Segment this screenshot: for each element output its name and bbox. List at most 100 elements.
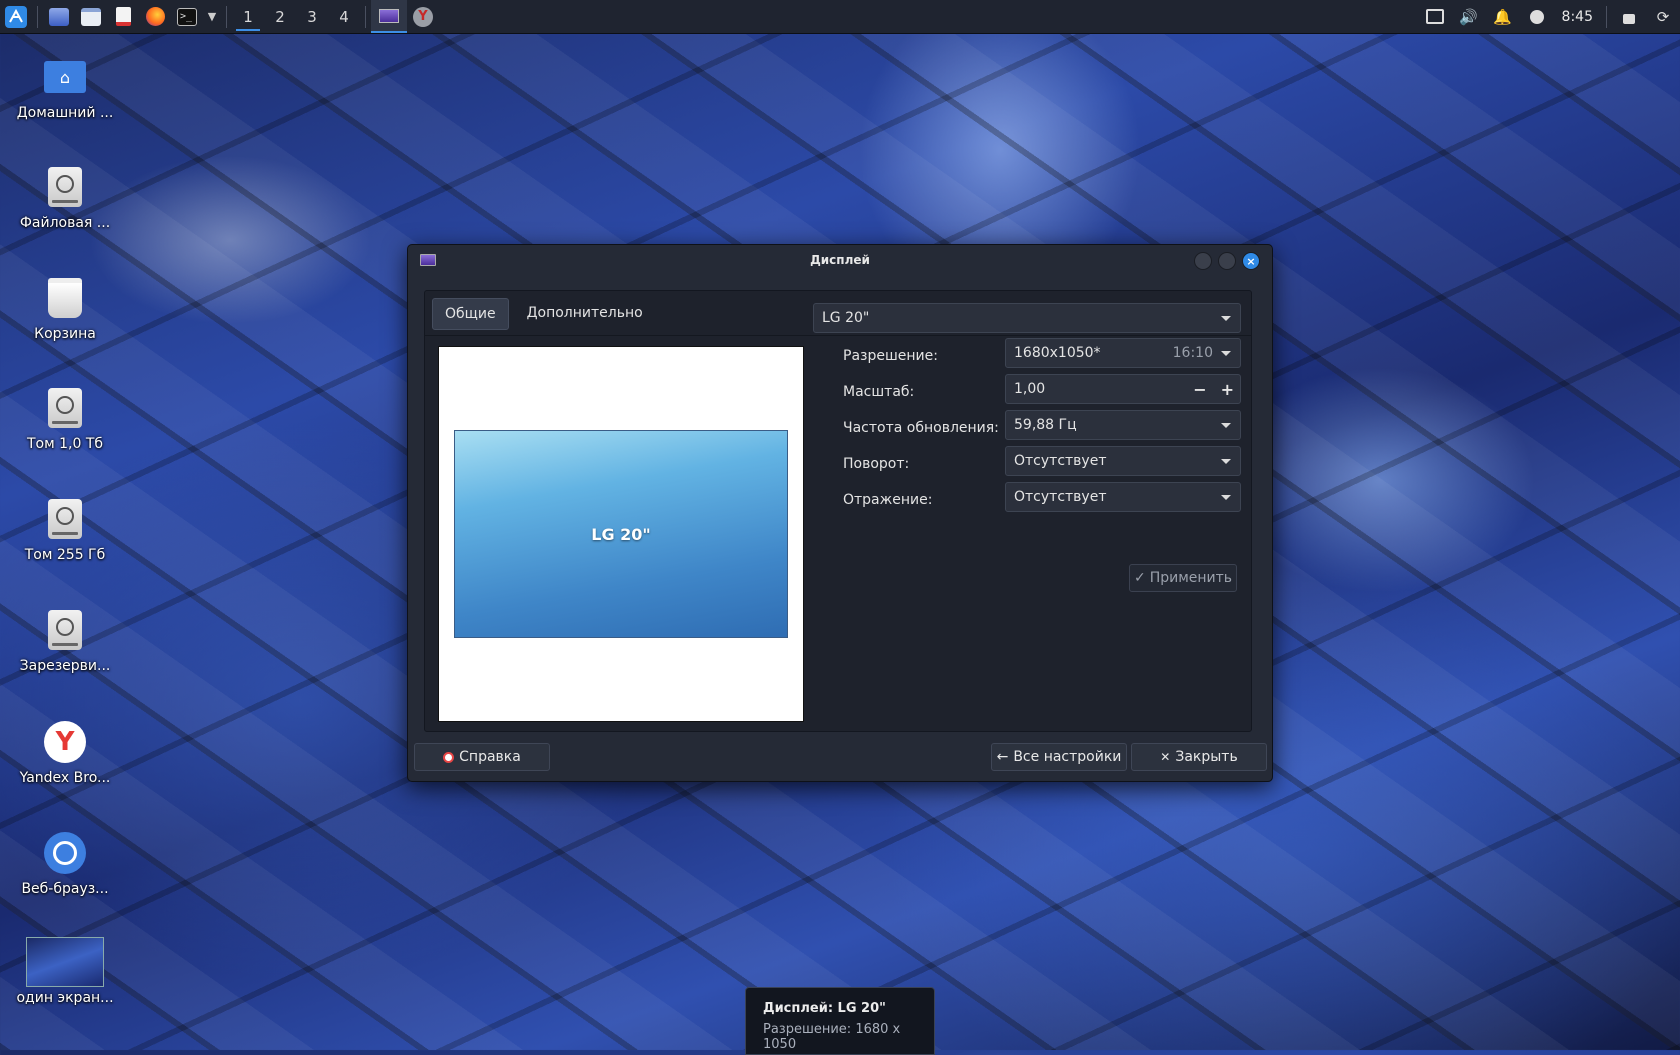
power-icon[interactable] [1520, 0, 1554, 33]
lock-icon[interactable] [1612, 0, 1646, 33]
drive-icon [43, 386, 87, 430]
apply-button[interactable]: ✓ Применить [1129, 564, 1237, 592]
help-label: Справка [459, 749, 521, 765]
desktop-item-label: Зарезерви... [19, 658, 111, 674]
web-browser-icon [43, 831, 87, 875]
filesystem-drive-icon [43, 165, 87, 209]
resolution-select[interactable]: 1680x1050* 16:10 [1005, 338, 1241, 368]
workspace-3[interactable]: 3 [296, 0, 328, 33]
desktop-item-label: Yandex Bro... [19, 770, 111, 786]
workspace-4[interactable]: 4 [328, 0, 360, 33]
desktop-item-volume-1tb[interactable]: Том 1,0 Тб [8, 386, 122, 452]
panel-separator [226, 5, 227, 28]
screen-icon[interactable] [1418, 0, 1452, 33]
display-notification: Дисплей: LG 20" Разрешение: 1680 x 1050 [745, 987, 935, 1055]
rotation-value: Отсутствует [1014, 453, 1107, 469]
workspace-2[interactable]: 2 [264, 0, 296, 33]
home-folder-icon: ⌂ [43, 55, 87, 99]
bell-icon[interactable]: 🔔 [1486, 0, 1520, 33]
scale-label: Масштаб: [843, 384, 915, 400]
refresh-rate-select[interactable]: 59,88 Гц [1005, 410, 1241, 440]
all-settings-button[interactable]: ← Все настройки [991, 743, 1127, 771]
reflection-label: Отражение: [843, 492, 933, 508]
tab-divider [425, 335, 1251, 336]
resolution-label: Разрешение: [843, 348, 938, 364]
drive-icon [43, 608, 87, 652]
close-icon[interactable]: × [1242, 252, 1260, 270]
dialog-content: Общие Дополнительно LG 20" LG 20" Разреш… [424, 290, 1252, 732]
minimize-button[interactable] [1194, 252, 1212, 270]
display-dialog: Дисплей × Общие Дополнительно LG 20" LG … [407, 244, 1273, 782]
notification-title: Дисплей: LG 20" [763, 1001, 886, 1016]
menu-icon[interactable] [0, 0, 32, 33]
display-select-value: LG 20" [822, 310, 870, 326]
clock[interactable]: 8:45 [1554, 9, 1601, 25]
resolution-value: 1680x1050* [1014, 345, 1101, 361]
panel-separator [1606, 5, 1607, 28]
refresh-rate-label: Частота обновления: [843, 420, 999, 436]
image-thumbnail-icon [26, 937, 104, 987]
display-select[interactable]: LG 20" [813, 303, 1241, 333]
task-yandex-icon[interactable]: Y [407, 0, 439, 33]
desktop-item-home[interactable]: ⌂ Домашний ... [8, 55, 122, 121]
notification-body: Разрешение: 1680 x 1050 [763, 1022, 901, 1052]
task-display-icon[interactable] [371, 0, 407, 33]
display-app-icon [420, 254, 436, 266]
terminal-icon[interactable]: >_ [171, 0, 203, 33]
dialog-title: Дисплей [810, 253, 870, 267]
refresh-rate-value: 59,88 Гц [1014, 417, 1077, 433]
volume-icon[interactable]: 🔊 [1452, 0, 1486, 33]
chevron-down-icon [1221, 459, 1231, 464]
drive-icon [43, 497, 87, 541]
desktop-item-label: Домашний ... [16, 105, 114, 121]
lifebuoy-icon [443, 751, 455, 763]
all-settings-label: Все настройки [1013, 749, 1122, 765]
workspace-1[interactable]: 1 [232, 0, 264, 33]
panel-separator [365, 5, 366, 28]
desktop-item-label: Веб-брауз... [21, 881, 109, 897]
desktop-item-label: Файловая ... [19, 215, 111, 231]
scale-spinbox[interactable]: 1,00 − + [1005, 374, 1241, 404]
maximize-button[interactable] [1218, 252, 1236, 270]
desktop-item-reserved[interactable]: Зарезерви... [8, 608, 122, 674]
trash-icon [43, 276, 87, 320]
scale-value: 1,00 [1014, 381, 1046, 397]
monitor-preview[interactable]: LG 20" [454, 430, 788, 638]
panel-separator [37, 5, 38, 28]
desktop-item-yandex[interactable]: Y Yandex Bro... [8, 720, 122, 786]
rotation-select[interactable]: Отсутствует [1005, 446, 1241, 476]
desktop-item-filesystem[interactable]: Файловая ... [8, 165, 122, 231]
desktop-item-volume-255gb[interactable]: Том 255 Гб [8, 497, 122, 563]
file-manager-icon[interactable] [75, 0, 107, 33]
system-tray: 🔊 🔔 8:45 ⟳ [1418, 0, 1680, 33]
scale-increase-button[interactable]: + [1221, 380, 1234, 399]
help-button[interactable]: Справка [414, 743, 550, 771]
tab-general[interactable]: Общие [432, 298, 509, 330]
chevron-down-icon [1221, 423, 1231, 428]
desktop-icon[interactable] [43, 0, 75, 33]
desktop-item-web-browser[interactable]: Веб-брауз... [8, 831, 122, 897]
text-editor-icon[interactable] [107, 0, 139, 33]
tab-advanced[interactable]: Дополнительно [515, 298, 655, 328]
chevron-down-icon [1221, 316, 1231, 321]
desktop-item-screenshot[interactable]: один экран... [8, 937, 122, 1006]
chevron-down-icon[interactable]: ▼ [203, 0, 221, 33]
close-button[interactable]: ✕ Закрыть [1131, 743, 1267, 771]
chevron-down-icon [1221, 351, 1231, 356]
desktop-item-trash[interactable]: Корзина [8, 276, 122, 342]
reflection-select[interactable]: Отсутствует [1005, 482, 1241, 512]
yandex-browser-icon: Y [43, 720, 87, 764]
scale-decrease-button[interactable]: − [1193, 380, 1206, 399]
reflection-value: Отсутствует [1014, 489, 1107, 505]
chevron-down-icon [1221, 495, 1231, 500]
close-x-icon: ✕ [1160, 750, 1171, 764]
aspect-ratio-hint: 16:10 [1172, 345, 1213, 361]
dialog-titlebar[interactable]: Дисплей × [408, 245, 1272, 275]
apply-label: Применить [1149, 570, 1233, 586]
firefox-icon[interactable] [139, 0, 171, 33]
close-label: Закрыть [1175, 749, 1238, 765]
desktop-item-label: Том 255 Гб [24, 547, 106, 563]
refresh-icon[interactable]: ⟳ [1646, 0, 1680, 33]
top-panel: >_ ▼ 1 2 3 4 Y 🔊 🔔 8:45 ⟳ [0, 0, 1680, 34]
rotation-label: Поворот: [843, 456, 910, 472]
